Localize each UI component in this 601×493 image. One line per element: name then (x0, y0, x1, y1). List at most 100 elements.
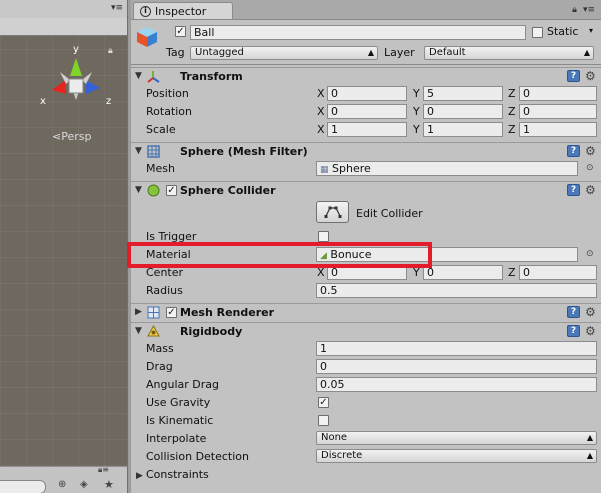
layer-dropdown-value: Default (429, 47, 466, 58)
collision-detection-value: Discrete (321, 450, 363, 461)
radius-label: Radius (146, 284, 183, 297)
rotation-label: Rotation (146, 105, 193, 118)
mesh-renderer-enabled-checkbox[interactable]: ✓ (166, 307, 177, 318)
use-gravity-checkbox[interactable]: ✓ (318, 397, 329, 408)
static-dropdown-arrow-icon[interactable]: ▾ (589, 26, 593, 35)
tab-menu-icon[interactable]: ▾≡ (111, 3, 123, 13)
star-icon[interactable]: ★ (104, 478, 114, 491)
rotation-x-axis-label: X (317, 105, 325, 118)
position-y-field[interactable]: 5 (423, 86, 503, 101)
constraints-label[interactable]: Constraints (146, 468, 209, 481)
tag-label: Tag (166, 46, 185, 59)
active-checkbox[interactable]: ✓ (175, 26, 186, 37)
gear-icon[interactable]: ⚙ (585, 69, 596, 83)
gear-icon[interactable]: ⚙ (585, 183, 596, 197)
rotation-z-axis-label: Z (508, 105, 516, 118)
rotation-y-field[interactable]: 0 (423, 104, 503, 119)
center-z-field[interactable]: 0 (519, 265, 597, 280)
tag-dropdown-value: Untagged (195, 47, 244, 58)
fold-arrow-icon[interactable]: ▼ (135, 185, 142, 195)
help-icon[interactable]: ? (567, 184, 580, 196)
sphere-collider-enabled-checkbox[interactable]: ✓ (166, 185, 177, 196)
static-checkbox[interactable] (532, 27, 543, 38)
gear-icon[interactable]: ⚙ (585, 305, 596, 319)
is-kinematic-checkbox[interactable] (318, 415, 329, 426)
position-x-field[interactable]: 0 (327, 86, 407, 101)
fold-arrow-icon[interactable]: ▶ (135, 307, 142, 317)
gear-icon[interactable]: ⚙ (585, 324, 596, 338)
transform-header[interactable]: ▼ Transform ? ⚙ (131, 67, 601, 86)
scale-x-field[interactable]: 1 (327, 122, 407, 137)
collision-detection-label: Collision Detection (146, 450, 250, 463)
drag-field[interactable]: 0 (316, 359, 597, 374)
use-gravity-label: Use Gravity (146, 396, 211, 409)
position-x-axis-label: X (317, 87, 325, 100)
interpolate-value: None (321, 432, 348, 443)
mesh-object-field[interactable]: ▦ Sphere (316, 161, 578, 176)
bottom-lock-icon[interactable]: 🔒︎≡ (98, 465, 109, 475)
scene-orientation-gizmo[interactable]: y x z (38, 42, 116, 120)
static-label: Static (547, 25, 579, 38)
tab-menu-icon[interactable]: ▾≡ (583, 5, 595, 15)
mesh-value: Sphere (332, 162, 371, 175)
mesh-filter-header[interactable]: ▼ Sphere (Mesh Filter) ? ⚙ (131, 142, 601, 161)
angular-drag-field[interactable]: 0.05 (316, 377, 597, 392)
rotation-x-field[interactable]: 0 (327, 104, 407, 119)
center-y-field[interactable]: 0 (423, 265, 503, 280)
filter-icon[interactable]: ⊕ (58, 479, 66, 490)
gameobject-header: ✓ Ball Static ▾ Tag Untagged ▲ Layer Defa… (131, 20, 601, 65)
tab-inspector[interactable]: i Inspector (133, 2, 233, 19)
help-icon[interactable]: ? (567, 325, 580, 337)
tag-icon[interactable]: ◈ (80, 479, 88, 490)
edit-collider-button[interactable] (316, 201, 349, 223)
tab-inspector-label: Inspector (155, 4, 207, 18)
gear-icon[interactable]: ⚙ (585, 144, 596, 158)
interpolate-dropdown[interactable]: None ▲ (316, 431, 597, 445)
dropdown-arrow-icon: ▲ (367, 48, 374, 57)
help-icon[interactable]: ? (567, 306, 580, 318)
rotation-y-axis-label: Y (413, 105, 420, 118)
object-picker-icon[interactable]: ⊙ (586, 163, 594, 173)
collision-detection-dropdown[interactable]: Discrete ▲ (316, 449, 597, 463)
mass-field[interactable]: 1 (316, 341, 597, 356)
layer-dropdown[interactable]: Default ▲ (424, 46, 594, 60)
scale-z-field[interactable]: 1 (519, 122, 597, 137)
angular-drag-label: Angular Drag (146, 378, 219, 391)
center-z-axis-label: Z (508, 266, 516, 279)
transform-title: Transform (180, 70, 243, 83)
rigidbody-title: Rigidbody (180, 325, 243, 338)
object-name-field[interactable]: Ball (190, 25, 526, 40)
scene-lock-icon[interactable]: 🔒︎ (108, 46, 113, 56)
mesh-renderer-header[interactable]: ▶ ✓ Mesh Renderer ? ⚙ (131, 303, 601, 322)
gizmo-z-label: z (106, 96, 111, 107)
sphere-collider-header[interactable]: ▼ ✓ Sphere Collider ? ⚙ (131, 181, 601, 200)
drag-label: Drag (146, 360, 173, 373)
rotation-z-field[interactable]: 0 (519, 104, 597, 119)
fold-arrow-icon[interactable]: ▼ (135, 71, 142, 81)
is-trigger-checkbox[interactable] (318, 231, 329, 242)
fold-arrow-icon[interactable]: ▼ (135, 146, 142, 156)
scene-bottom-toolbar: ⊕ ◈ ★ 🔒︎≡ (0, 465, 127, 493)
interpolate-label: Interpolate (146, 432, 207, 445)
scale-x-axis-label: X (317, 123, 325, 136)
rigidbody-header[interactable]: ▼ Rigidbody ? ⚙ (131, 322, 601, 341)
layer-label: Layer (384, 46, 415, 59)
position-z-field[interactable]: 0 (519, 86, 597, 101)
help-icon[interactable]: ? (567, 70, 580, 82)
help-icon[interactable]: ? (567, 145, 580, 157)
tag-dropdown[interactable]: Untagged ▲ (190, 46, 378, 60)
scene-view[interactable]: ▾≡ y x z 🔒︎ ⋖Persp ⊕ ◈ ★ 🔒︎≡ (0, 0, 127, 493)
object-picker-icon[interactable]: ⊙ (586, 249, 594, 259)
lock-icon[interactable]: 🔒︎ (572, 5, 577, 15)
mass-label: Mass (146, 342, 174, 355)
dropdown-arrow-icon: ▲ (583, 48, 590, 57)
scene-search-field[interactable] (0, 480, 46, 493)
sphere-collider-title: Sphere Collider (180, 184, 276, 197)
persp-label[interactable]: ⋖Persp (52, 130, 91, 143)
constraints-fold-arrow-icon[interactable]: ▶ (136, 471, 143, 481)
gizmo-y-label: y (73, 44, 79, 55)
material-highlight-box (127, 242, 432, 268)
scale-y-field[interactable]: 1 (423, 122, 503, 137)
fold-arrow-icon[interactable]: ▼ (135, 326, 142, 336)
radius-field[interactable]: 0.5 (316, 283, 597, 298)
